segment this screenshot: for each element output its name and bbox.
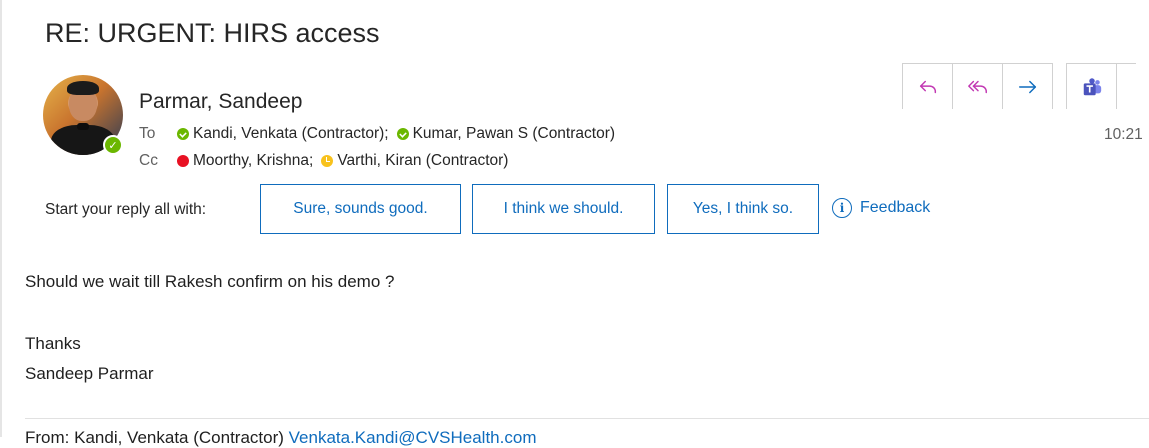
- teams-chat-button[interactable]: [1066, 63, 1117, 109]
- suggested-replies-label: Start your reply all with:: [45, 201, 207, 218]
- suggested-reply-3[interactable]: Yes, I think so.: [667, 184, 819, 234]
- forward-button[interactable]: [1002, 63, 1053, 109]
- more-actions-button[interactable]: [1116, 63, 1136, 109]
- quoted-from-label: From:: [25, 428, 70, 447]
- recipient-cc-1[interactable]: Moorthy, Krishna;: [193, 152, 313, 170]
- quoted-from-email[interactable]: Venkata.Kandi@CVSHealth.com: [289, 428, 537, 447]
- reply-all-button[interactable]: [952, 63, 1003, 109]
- suggested-reply-1[interactable]: Sure, sounds good.: [260, 184, 461, 234]
- presence-available-icon: [396, 128, 409, 140]
- feedback-link[interactable]: i Feedback: [832, 198, 930, 218]
- teams-icon: [1083, 77, 1101, 95]
- presence-away-icon: [321, 155, 334, 167]
- suggested-reply-2[interactable]: I think we should.: [472, 184, 655, 234]
- cc-line: Cc Moorthy, Krishna; Varthi, Kiran (Cont…: [139, 152, 508, 170]
- reply-button[interactable]: [902, 63, 953, 109]
- quoted-from-line: From: Kandi, Venkata (Contractor) Venkat…: [25, 428, 536, 448]
- email-subject: RE: URGENT: HIRS access: [45, 18, 380, 48]
- reading-pane-border: [0, 0, 2, 437]
- presence-busy-icon: [177, 155, 189, 167]
- received-time: 10:21: [1104, 126, 1143, 143]
- signature-line: Sandeep Parmar: [25, 364, 154, 383]
- message-actions-toolbar: [902, 63, 1136, 109]
- feedback-label: Feedback: [860, 199, 931, 216]
- presence-available-icon: ✓: [103, 135, 123, 155]
- quoted-from-name: Kandi, Venkata (Contractor): [74, 428, 284, 447]
- body-text-line: Thanks: [25, 334, 81, 353]
- body-text-line: Should we wait till Rakesh confirm on hi…: [25, 272, 395, 291]
- recipient-cc-2[interactable]: Varthi, Kiran (Contractor): [337, 152, 508, 170]
- reply-icon: [919, 80, 936, 93]
- forward-icon: [1018, 80, 1036, 93]
- info-icon: i: [832, 198, 852, 218]
- reply-all-icon: [967, 80, 987, 93]
- presence-available-icon: [177, 128, 189, 140]
- to-label: To: [139, 125, 156, 142]
- to-line: To Kandi, Venkata (Contractor); Kumar, P…: [139, 125, 615, 143]
- recipient-to-1[interactable]: Kandi, Venkata (Contractor);: [193, 125, 389, 143]
- quoted-separator: [25, 418, 1149, 419]
- recipient-to-2[interactable]: Kumar, Pawan S (Contractor): [413, 125, 615, 143]
- cc-label: Cc: [139, 152, 158, 169]
- sender-name[interactable]: Parmar, Sandeep: [139, 90, 302, 114]
